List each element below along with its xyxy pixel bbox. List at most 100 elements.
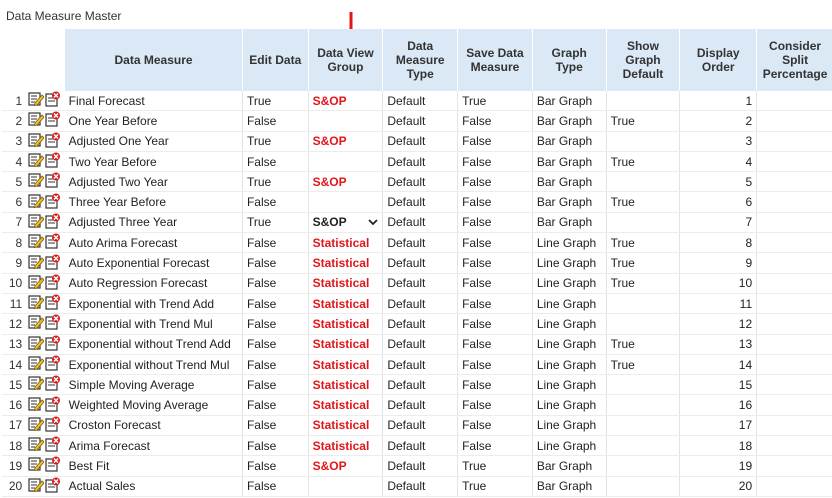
row-number: 12 bbox=[2, 313, 27, 335]
edit-icon[interactable] bbox=[28, 314, 45, 333]
delete-icon[interactable] bbox=[44, 111, 61, 130]
delete-icon[interactable] bbox=[44, 335, 61, 354]
edit-icon[interactable] bbox=[28, 274, 45, 293]
table-row[interactable]: 9 Auto Exponential Forecast False Statistic… bbox=[2, 252, 832, 274]
graph-type-cell: Line Graph bbox=[532, 435, 607, 457]
delete-icon[interactable] bbox=[44, 274, 61, 293]
edit-icon[interactable] bbox=[28, 355, 45, 374]
table-row[interactable]: 3 Adjusted One Year True S&OP Default False Ba… bbox=[2, 131, 832, 152]
delete-icon[interactable] bbox=[44, 355, 61, 374]
data-measure-cell: Croston Forecast bbox=[64, 415, 243, 437]
data-measure-type-cell: Default bbox=[382, 455, 459, 477]
delete-icon[interactable] bbox=[44, 477, 61, 496]
data-measure-cell: Exponential without Trend Mul bbox=[64, 354, 243, 376]
edit-icon[interactable] bbox=[28, 193, 45, 212]
delete-icon[interactable] bbox=[44, 233, 61, 252]
display-order-cell: 12 bbox=[679, 313, 758, 335]
edit-icon[interactable] bbox=[28, 335, 45, 354]
table-row[interactable]: 2 One Year Before False Default False Bar Gra… bbox=[2, 110, 832, 132]
table-row[interactable]: 4 Two Year Before False Default False Bar Gra… bbox=[2, 151, 832, 173]
graph-type-cell: Bar Graph bbox=[532, 131, 607, 152]
table-row[interactable]: 20 Actual Sales False Default True Bar Graph 2… bbox=[2, 476, 832, 497]
header-edit-data[interactable]: Edit Data bbox=[242, 29, 309, 91]
table-row[interactable]: 7 Adjusted Three Year True S&OP Default False… bbox=[2, 212, 832, 234]
delete-icon[interactable] bbox=[44, 396, 61, 415]
edit-icon[interactable] bbox=[28, 416, 45, 435]
actions-header bbox=[26, 29, 66, 91]
consider-split-cell bbox=[756, 476, 832, 497]
table-row[interactable]: 1 Final Forecast True S&OP Default True Bar Gr… bbox=[2, 91, 832, 112]
delete-icon[interactable] bbox=[44, 416, 61, 435]
table-row[interactable]: 15 Simple Moving Average False Statistical D… bbox=[2, 374, 832, 396]
header-display-order[interactable]: Display Order bbox=[679, 29, 758, 91]
save-data-measure-cell: True bbox=[457, 476, 533, 497]
header-data-view-group[interactable]: Data View Group bbox=[308, 29, 384, 91]
header-save-data-measure[interactable]: Save Data Measure bbox=[457, 29, 533, 91]
table-row[interactable]: 16 Weighted Moving Average False Statistica… bbox=[2, 394, 832, 416]
delete-icon[interactable] bbox=[44, 193, 61, 212]
edit-icon[interactable] bbox=[28, 477, 45, 496]
consider-split-cell bbox=[756, 455, 832, 477]
consider-split-cell bbox=[756, 131, 832, 152]
delete-icon[interactable] bbox=[44, 91, 61, 110]
table-row[interactable]: 19 Best Fit False S&OP Default True Bar Graph 1… bbox=[2, 455, 832, 477]
delete-icon[interactable] bbox=[44, 314, 61, 333]
data-measure-cell: Final Forecast bbox=[64, 91, 243, 112]
header-consider-split[interactable]: Consider Split Percentage bbox=[756, 29, 832, 91]
header-data-measure-type[interactable]: Data Measure Type bbox=[382, 29, 459, 91]
edit-icon[interactable] bbox=[28, 91, 45, 110]
row-number: 9 bbox=[2, 252, 27, 274]
edit-icon[interactable] bbox=[28, 213, 45, 232]
consider-split-cell bbox=[756, 273, 832, 294]
table-row[interactable]: 11 Exponential with Trend Add False Statist… bbox=[2, 293, 832, 315]
save-data-measure-cell: False bbox=[457, 435, 533, 457]
delete-icon[interactable] bbox=[44, 456, 61, 475]
edit-data-cell: False bbox=[242, 191, 309, 213]
edit-icon[interactable] bbox=[28, 456, 45, 475]
delete-icon[interactable] bbox=[44, 132, 61, 151]
show-graph-default-cell: True bbox=[606, 232, 681, 254]
delete-icon[interactable] bbox=[44, 213, 61, 232]
row-number: 19 bbox=[2, 455, 27, 477]
edit-icon[interactable] bbox=[28, 436, 45, 455]
edit-icon[interactable] bbox=[28, 254, 45, 273]
edit-icon[interactable] bbox=[28, 152, 45, 171]
table-row[interactable]: 8 Auto Arima Forecast False Statistical Defa… bbox=[2, 232, 832, 254]
header-graph-type[interactable]: Graph Type bbox=[532, 29, 607, 91]
graph-type-cell: Line Graph bbox=[532, 293, 607, 315]
table-row[interactable]: 13 Exponential without Trend Add False Stat… bbox=[2, 334, 832, 355]
edit-icon[interactable] bbox=[28, 375, 45, 394]
save-data-measure-cell: False bbox=[457, 374, 533, 396]
table-row[interactable]: 18 Arima Forecast False Statistical Default F… bbox=[2, 435, 832, 457]
data-view-group-select[interactable]: S&OP bbox=[313, 215, 379, 229]
table-row[interactable]: 17 Croston Forecast False Statistical Defaul… bbox=[2, 415, 832, 437]
table-row[interactable]: 10 Auto Regression Forecast False Statistic… bbox=[2, 273, 832, 294]
header-data-measure[interactable]: Data Measure bbox=[64, 29, 243, 91]
delete-icon[interactable] bbox=[44, 254, 61, 273]
row-number: 3 bbox=[2, 131, 27, 152]
data-view-group-cell: S&OP bbox=[308, 131, 384, 152]
edit-icon[interactable] bbox=[28, 172, 45, 191]
table-row[interactable]: 5 Adjusted Two Year True S&OP Default False Ba… bbox=[2, 171, 832, 193]
edit-icon[interactable] bbox=[28, 396, 45, 415]
table-row[interactable]: 6 Three Year Before False Default False Bar G… bbox=[2, 191, 832, 213]
edit-icon[interactable] bbox=[28, 294, 45, 313]
data-view-group-cell: Statistical bbox=[308, 232, 384, 254]
edit-icon[interactable] bbox=[28, 132, 45, 151]
table-row[interactable]: 12 Exponential with Trend Mul False Statist… bbox=[2, 313, 832, 335]
data-view-group-cell[interactable]: S&OP bbox=[308, 212, 384, 234]
chevron-down-icon[interactable] bbox=[368, 218, 378, 226]
edit-icon[interactable] bbox=[28, 111, 45, 130]
row-number: 20 bbox=[2, 476, 27, 497]
show-graph-default-cell bbox=[606, 415, 681, 437]
delete-icon[interactable] bbox=[44, 436, 61, 455]
delete-icon[interactable] bbox=[44, 375, 61, 394]
display-order-cell: 9 bbox=[679, 252, 758, 274]
table-row[interactable]: 14 Exponential without Trend Mul False Stat… bbox=[2, 354, 832, 376]
header-show-graph-default[interactable]: Show Graph Default bbox=[606, 29, 681, 91]
delete-icon[interactable] bbox=[44, 294, 61, 313]
data-view-group-cell: Statistical bbox=[308, 293, 384, 315]
edit-icon[interactable] bbox=[28, 233, 45, 252]
delete-icon[interactable] bbox=[44, 172, 61, 191]
delete-icon[interactable] bbox=[44, 152, 61, 171]
